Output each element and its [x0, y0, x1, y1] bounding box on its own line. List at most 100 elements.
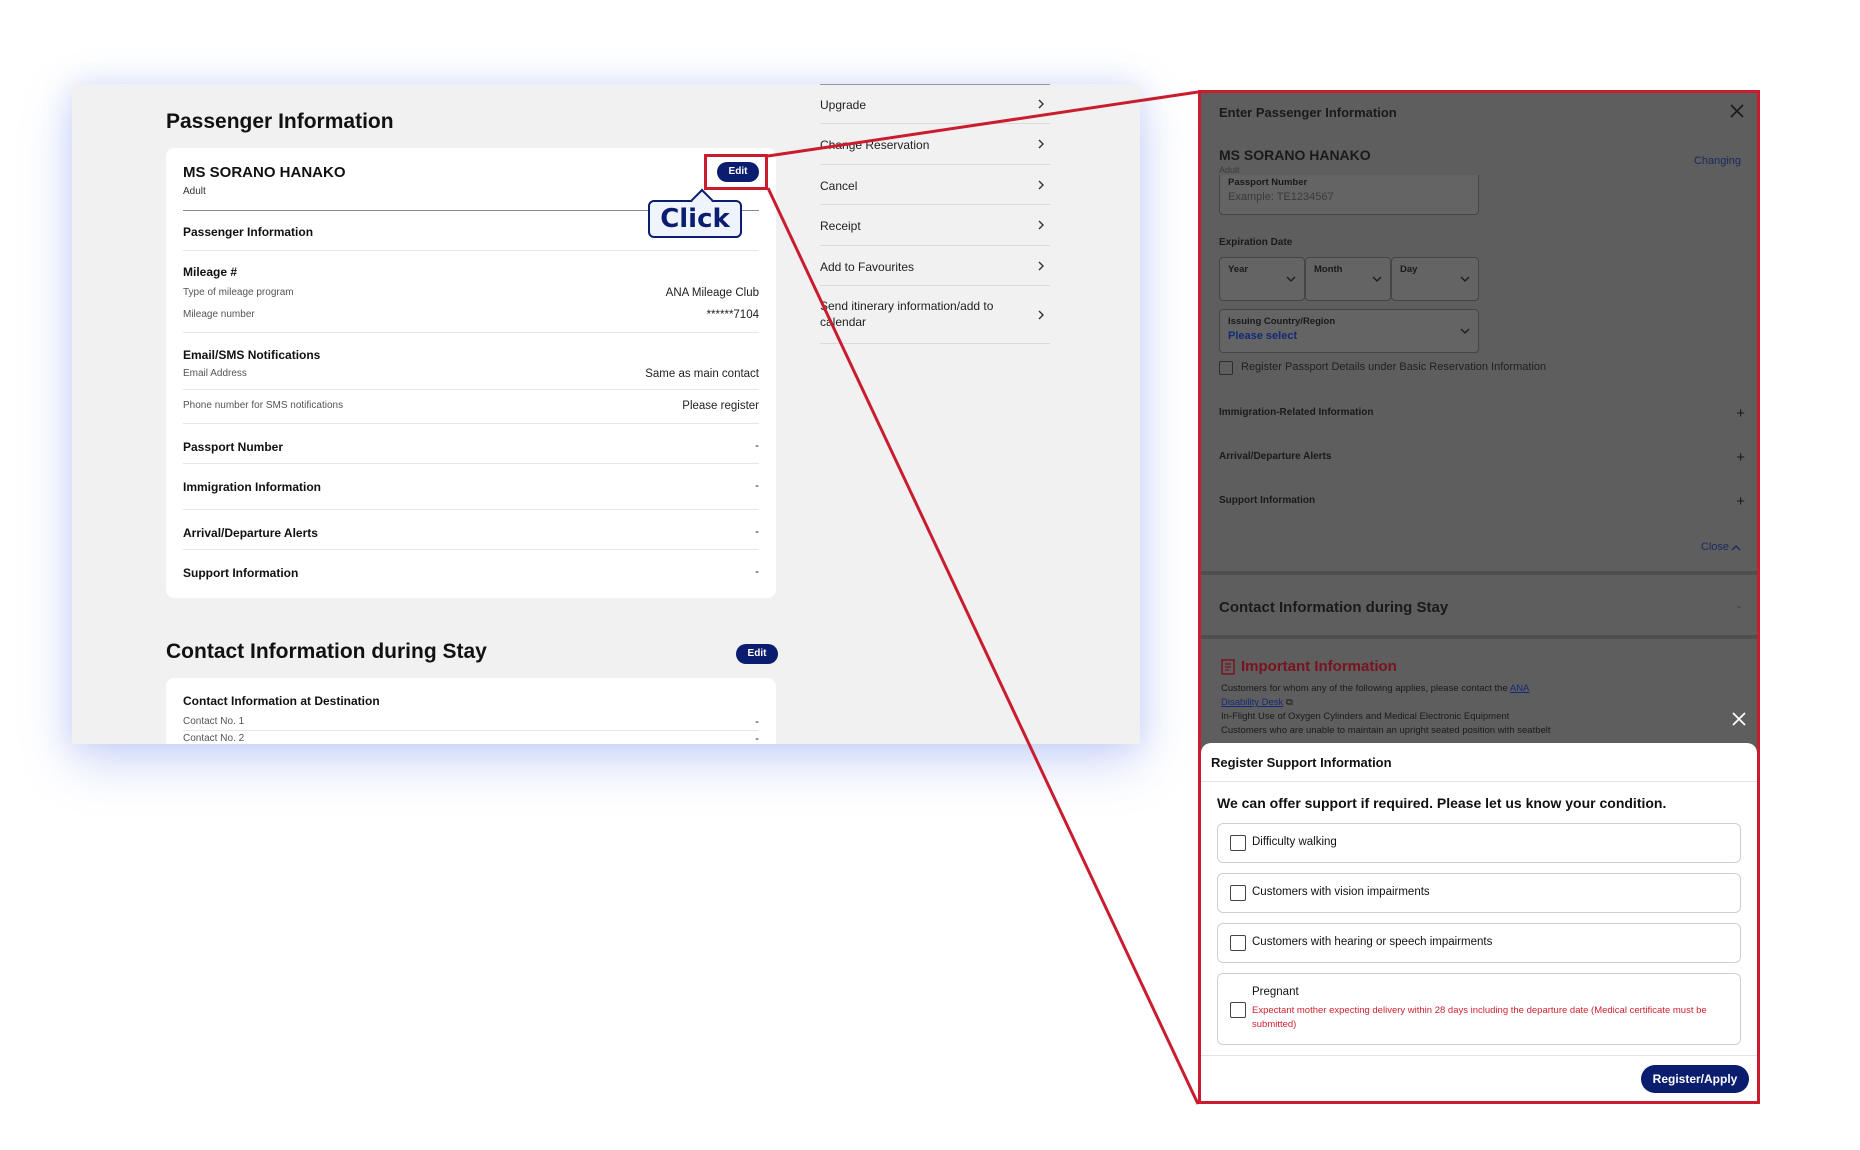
alerts-value: - — [755, 526, 759, 538]
register-passport-checkbox[interactable] — [1219, 361, 1233, 375]
ana-link[interactable]: ANA — [1510, 683, 1530, 694]
checkbox[interactable] — [1230, 1002, 1246, 1018]
panel-contact-title: Contact Information during Stay — [1219, 599, 1449, 616]
email-label: Email Address — [183, 368, 247, 379]
menu-item-label: Cancel — [820, 179, 858, 193]
accordion-label: Immigration-Related Information — [1219, 407, 1374, 418]
mileage-number-value: ******7104 — [706, 309, 759, 321]
accordion-label: Arrival/Departure Alerts — [1219, 451, 1332, 462]
important-info-line: Customers who are unable to maintain an … — [1221, 725, 1551, 736]
register-passport-label: Register Passport Details under Basic Re… — [1241, 361, 1547, 373]
click-callout: Click — [648, 200, 742, 238]
month-select[interactable]: Month — [1305, 257, 1391, 301]
menu-item-label: Change Reservation — [820, 138, 930, 152]
chevron-right-icon — [1038, 99, 1044, 108]
register-apply-button[interactable]: Register/Apply — [1641, 1065, 1749, 1093]
checkbox[interactable] — [1230, 935, 1246, 951]
sheet-intro: We can offer support if required. Please… — [1217, 795, 1667, 811]
option-note: Expectant mother expecting delivery with… — [1252, 1005, 1707, 1030]
contact-card: Contact Information at Destination Conta… — [166, 678, 776, 744]
chevron-right-icon — [1038, 220, 1044, 230]
menu-item-upgrade[interactable]: Upgrade — [820, 84, 1050, 124]
menu-item-label: Receipt — [820, 219, 861, 233]
menu-item-change-reservation[interactable]: Change Reservation — [820, 124, 1050, 165]
divider — [183, 549, 759, 550]
panel-contact-dash: - — [1737, 599, 1741, 613]
day-select[interactable]: Day — [1391, 257, 1479, 301]
plus-icon: + — [1736, 449, 1745, 466]
accordion-label: Support Information — [1219, 495, 1316, 506]
chevron-right-icon — [1038, 139, 1044, 149]
mileage-program-value: ANA Mileage Club — [665, 287, 759, 299]
immigration-value: - — [755, 480, 759, 492]
menu-item-favourites[interactable]: Add to Favourites — [820, 246, 1050, 286]
menu-item-label: Add to Favourites — [820, 260, 915, 274]
phone-label: Phone number for SMS notifications — [183, 400, 344, 411]
menu-item-send-itinerary[interactable]: Send itinerary information/add to calend… — [820, 286, 1050, 344]
support-value: - — [755, 566, 759, 578]
accordion-support[interactable]: Support Information + — [1219, 493, 1745, 510]
menu-item-receipt[interactable]: Receipt — [820, 205, 1050, 246]
option-pregnant[interactable]: Pregnant Expectant mother expecting deli… — [1217, 973, 1741, 1045]
changing-link[interactable]: Changing — [1694, 155, 1741, 167]
plus-icon: + — [1736, 405, 1745, 422]
disability-desk-link[interactable]: Disability Desk — [1221, 697, 1283, 708]
mileage-program-label: Type of mileage program — [183, 287, 294, 298]
immigration-label: Immigration Information — [183, 480, 321, 494]
close-section-link[interactable]: Close — [1701, 541, 1729, 553]
important-info-line: In-Flight Use of Oxygen Cylinders and Me… — [1221, 711, 1510, 722]
issuing-country-value: Please select — [1228, 330, 1298, 342]
chevron-down-icon — [1286, 276, 1296, 282]
passenger-info-heading: Passenger Information — [183, 225, 314, 239]
year-select[interactable]: Year — [1219, 257, 1305, 301]
divider — [1201, 635, 1757, 639]
year-label: Year — [1228, 264, 1249, 275]
panel-passenger-type: Adult — [1219, 165, 1240, 175]
issuing-country-select[interactable]: Issuing Country/Region Please select — [1219, 309, 1479, 353]
menu-item-cancel[interactable]: Cancel — [820, 165, 1050, 205]
contact2-value: - — [755, 733, 759, 744]
divider — [1201, 781, 1757, 782]
divider — [1201, 571, 1757, 575]
contact-heading: Contact Information at Destination — [183, 694, 380, 708]
contact1-label: Contact No. 1 — [183, 716, 245, 727]
passport-number-field[interactable]: Passport Number Example: TE1234567 — [1219, 175, 1479, 215]
passport-number-label: Passport Number — [1228, 177, 1308, 188]
important-info-text: Customers for whom any of the following … — [1221, 683, 1510, 694]
option-difficulty-walking[interactable]: Difficulty walking — [1217, 823, 1741, 863]
contact2-label: Contact No. 2 — [183, 733, 245, 744]
important-info-line: Disability Desk ⧉ — [1221, 697, 1293, 708]
reservation-screen: Passenger Information MS SORANO HANAKO A… — [72, 84, 1140, 744]
accordion-immigration[interactable]: Immigration-Related Information + — [1219, 405, 1745, 422]
divider — [183, 730, 759, 731]
accordion-alerts[interactable]: Arrival/Departure Alerts + — [1219, 449, 1745, 466]
checkbox[interactable] — [1230, 835, 1246, 851]
day-label: Day — [1400, 264, 1418, 275]
divider — [183, 332, 759, 333]
chevron-down-icon — [1372, 276, 1382, 282]
chevron-down-icon — [1460, 328, 1470, 334]
important-info-title: Important Information — [1241, 658, 1397, 675]
option-label: Pregnant — [1252, 986, 1299, 998]
edit-contact-button[interactable]: Edit — [736, 644, 778, 664]
important-info-line: Customers for whom any of the following … — [1221, 683, 1529, 694]
divider — [183, 423, 759, 424]
divider — [183, 250, 759, 251]
close-icon[interactable] — [1729, 103, 1745, 119]
plus-icon: + — [1736, 493, 1745, 510]
menu-item-label: Send itinerary information/add to calend… — [820, 299, 994, 329]
option-hearing-speech[interactable]: Customers with hearing or speech impairm… — [1217, 923, 1741, 963]
enter-passenger-panel: Enter Passenger Information MS SORANO HA… — [1198, 90, 1760, 1104]
mileage-number-label: Mileage number — [183, 309, 255, 320]
option-label: Customers with vision impairments — [1252, 886, 1430, 898]
option-vision[interactable]: Customers with vision impairments — [1217, 873, 1741, 913]
expiration-date-label: Expiration Date — [1219, 237, 1293, 248]
divider — [183, 389, 759, 390]
close-icon[interactable] — [1731, 711, 1747, 727]
contact1-value: - — [755, 716, 759, 728]
chevron-right-icon — [1038, 310, 1044, 319]
checkbox[interactable] — [1230, 885, 1246, 901]
passenger-type: Adult — [183, 186, 206, 197]
notifications-heading: Email/SMS Notifications — [183, 348, 321, 362]
panel-title: Enter Passenger Information — [1219, 105, 1397, 120]
